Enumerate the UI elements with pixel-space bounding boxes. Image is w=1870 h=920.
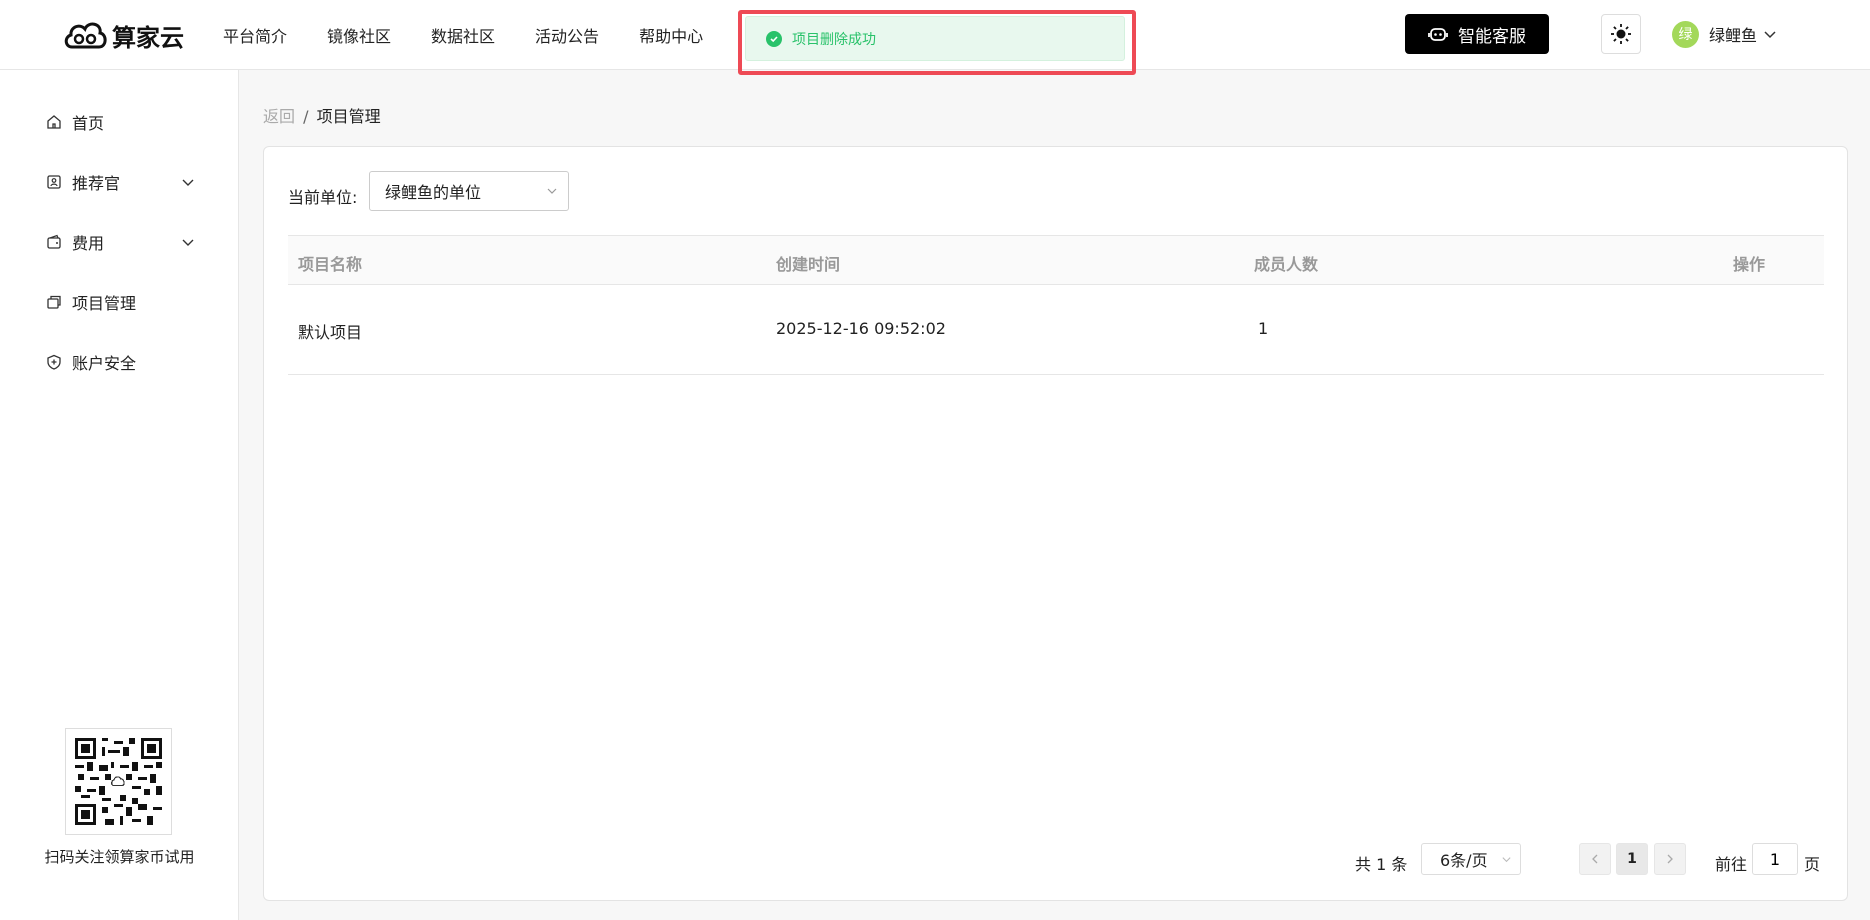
- breadcrumb: 返回 / 项目管理: [263, 103, 381, 127]
- qr-code: [65, 728, 172, 835]
- logo-text: 算家云: [112, 23, 184, 52]
- unit-label: 当前单位:: [288, 188, 358, 207]
- prev-page-button[interactable]: [1579, 843, 1611, 875]
- chevron-down-icon: [1502, 856, 1511, 862]
- home-icon: [47, 115, 61, 129]
- table-row: 默认项目 2025-12-16 09:52:02 1: [288, 285, 1824, 375]
- page-size-select[interactable]: 6条/页: [1421, 843, 1521, 875]
- goto-page-input[interactable]: [1752, 843, 1798, 875]
- chevron-right-icon: [1667, 854, 1673, 864]
- chevron-left-icon: [1592, 854, 1598, 864]
- nav-help-center[interactable]: 帮助中心: [639, 23, 703, 47]
- breadcrumb-back-link[interactable]: 返回: [263, 107, 295, 126]
- smart-service-button[interactable]: 智能客服: [1405, 14, 1549, 54]
- user-name: 绿鲤鱼: [1709, 26, 1758, 45]
- project-table: 项目名称 创建时间 成员人数 操作 默认项目 2025-12-16 09:52:…: [288, 235, 1824, 375]
- page-1-button[interactable]: 1: [1616, 843, 1648, 875]
- sidebar-item-label: 首页: [72, 114, 105, 133]
- cell-project-name: 默认项目: [298, 323, 363, 342]
- chevron-down-icon: [547, 188, 557, 194]
- total-count: 共 1 条: [1355, 855, 1408, 874]
- sidebar-item-project-management[interactable]: 项目管理: [46, 287, 196, 317]
- robot-icon: [1428, 28, 1448, 41]
- toast-message: 项目删除成功: [792, 31, 876, 48]
- sidebar-item-referrer[interactable]: 推荐官: [46, 167, 196, 197]
- cell-member-count: 1: [1258, 319, 1269, 338]
- breadcrumb-separator: /: [303, 107, 309, 126]
- qr-caption: 扫码关注领算家币试用: [44, 848, 195, 866]
- sidebar-item-label: 费用: [72, 234, 105, 253]
- chevron-down-icon: [182, 239, 194, 246]
- sidebar-item-account-security[interactable]: 账户安全: [46, 347, 196, 377]
- sidebar-item-label: 账户安全: [72, 354, 137, 373]
- theme-toggle-button[interactable]: [1601, 14, 1641, 54]
- chevron-down-icon: [1764, 31, 1776, 39]
- project-card: 当前单位: 绿鲤鱼的单位 项目名称 创建时间 成员人数 操作 默认项目 2025…: [263, 146, 1848, 901]
- qr-code-icon: [75, 738, 162, 825]
- logo[interactable]: 算家云: [62, 12, 184, 58]
- sidebar-item-fees[interactable]: 费用: [46, 227, 196, 257]
- cloud-logo-icon: [64, 22, 107, 49]
- next-page-button[interactable]: [1654, 843, 1686, 875]
- wallet-icon: [47, 234, 61, 249]
- page-size-value: 6条/页: [1440, 851, 1488, 870]
- badge-icon: [47, 175, 61, 189]
- nav-data-community[interactable]: 数据社区: [431, 23, 495, 47]
- breadcrumb-current: 项目管理: [316, 107, 381, 126]
- table-header: 项目名称 创建时间 成员人数 操作: [288, 235, 1824, 285]
- chevron-down-icon: [182, 179, 194, 186]
- nav-announcements[interactable]: 活动公告: [535, 23, 599, 47]
- smart-service-label: 智能客服: [1458, 26, 1526, 47]
- sidebar-item-label: 推荐官: [72, 174, 121, 193]
- unit-select-value: 绿鲤鱼的单位: [385, 183, 482, 202]
- user-menu[interactable]: 绿 绿鲤鱼: [1672, 20, 1777, 48]
- header-created-time: 创建时间: [776, 255, 841, 274]
- sidebar-item-label: 项目管理: [72, 294, 137, 313]
- top-header: 算家云 平台简介 镜像社区 数据社区 活动公告 帮助中心 项目删除成功 智能客服: [0, 0, 1870, 75]
- avatar: 绿: [1672, 20, 1699, 48]
- sidebar-item-home[interactable]: 首页: [46, 107, 196, 137]
- projects-icon: [47, 295, 61, 309]
- cell-created-time: 2025-12-16 09:52:02: [776, 319, 946, 338]
- top-nav: 平台简介 镜像社区 数据社区 活动公告 帮助中心: [223, 0, 703, 70]
- nav-image-community[interactable]: 镜像社区: [327, 23, 391, 47]
- nav-intro[interactable]: 平台简介: [223, 23, 287, 47]
- header-project-name: 项目名称: [298, 255, 363, 274]
- shield-icon: [47, 354, 61, 370]
- goto-suffix: 页: [1804, 855, 1821, 874]
- header-member-count: 成员人数: [1254, 255, 1319, 274]
- goto-label: 前往: [1715, 855, 1748, 874]
- unit-select[interactable]: 绿鲤鱼的单位: [369, 171, 569, 211]
- sun-icon: [1611, 24, 1631, 44]
- success-toast: 项目删除成功: [745, 16, 1125, 61]
- sidebar: 首页 推荐官 费用 项目管理 账户安全 扫码关注领算家币试用: [0, 70, 239, 920]
- pagination: 共 1 条 6条/页 1 前往 页: [264, 843, 1849, 877]
- check-circle-icon: [766, 30, 782, 47]
- header-actions: 操作: [1733, 255, 1766, 274]
